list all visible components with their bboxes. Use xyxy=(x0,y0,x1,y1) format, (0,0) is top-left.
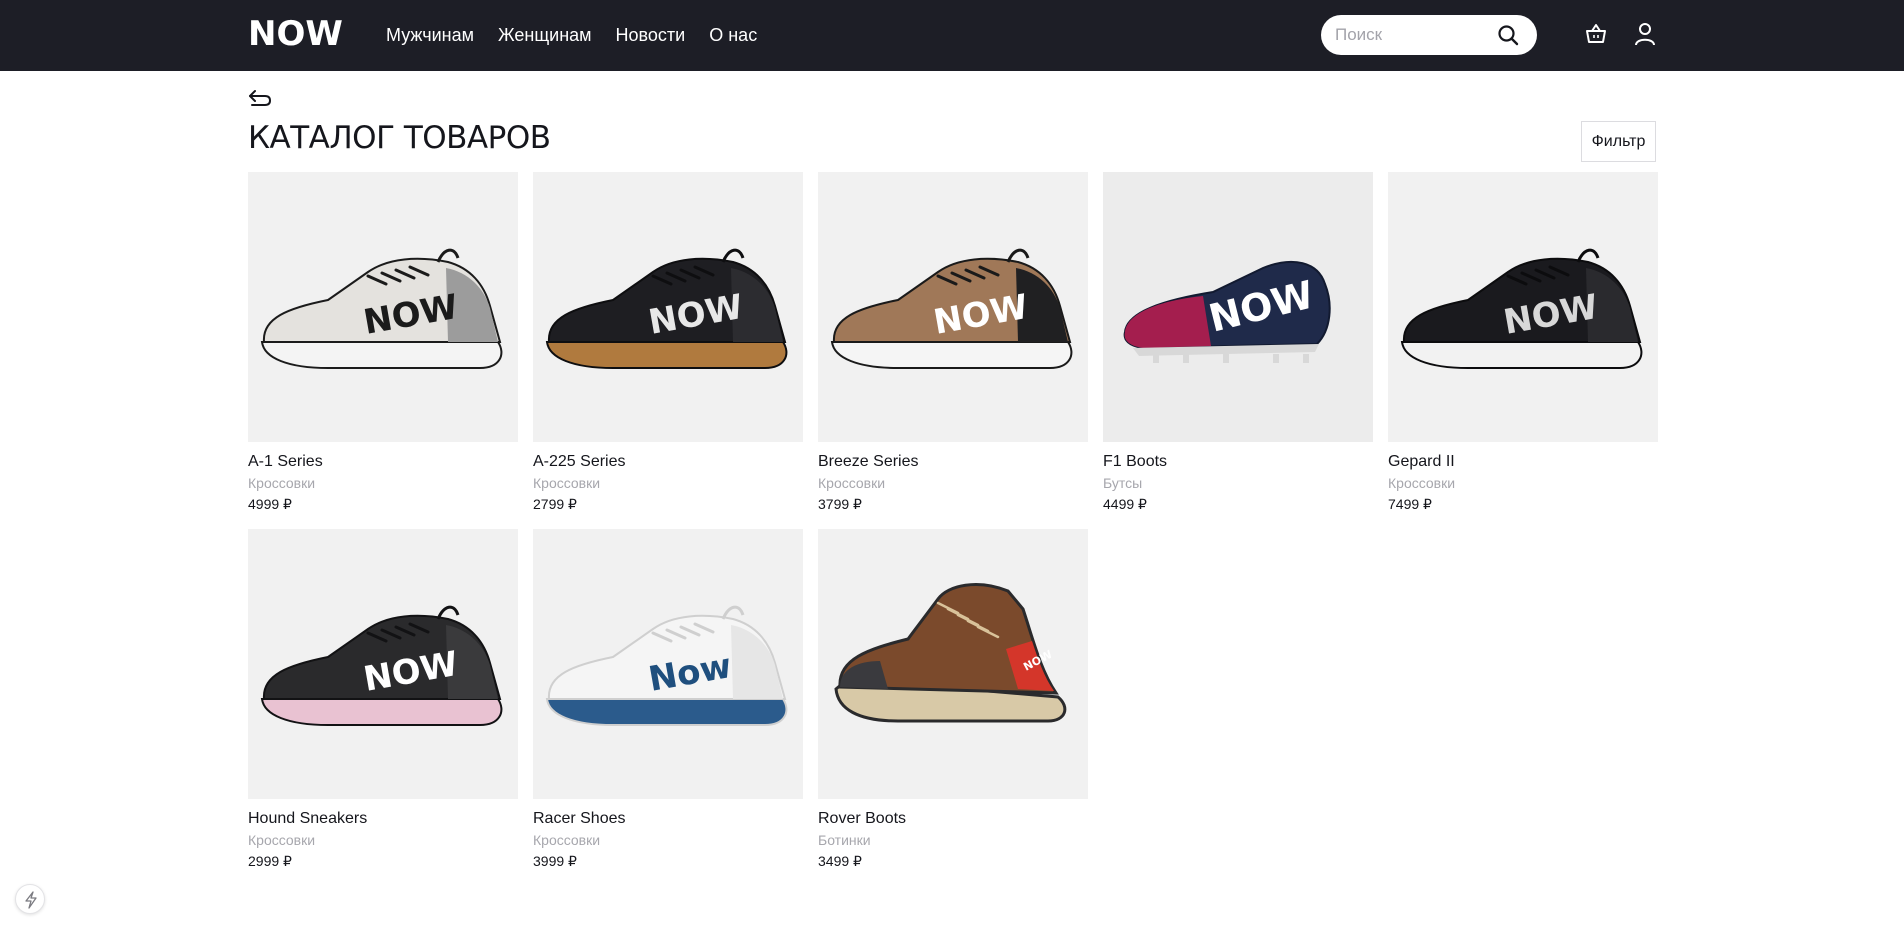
shoe-illustration: Now xyxy=(545,605,788,726)
shoe-illustration: NOW xyxy=(545,248,788,369)
nav-link-about[interactable]: О нас xyxy=(709,22,757,48)
search-input[interactable] xyxy=(1335,15,1495,55)
product-image[interactable]: NOW xyxy=(1103,172,1373,442)
product-price: 2999 ₽ xyxy=(248,853,292,869)
nav-link-news[interactable]: Новости xyxy=(616,22,686,48)
product-card-hound-sneakers[interactable]: NOW Hound Sneakers Кроссовки 2999 ₽ xyxy=(248,529,518,886)
shoe-sole xyxy=(545,698,788,726)
product-image[interactable]: NOW xyxy=(248,529,518,799)
search-box xyxy=(1321,15,1537,55)
shoe-illustration: NOW xyxy=(260,248,503,369)
product-price: 3499 ₽ xyxy=(818,853,862,869)
product-card-breeze-series[interactable]: NOW Breeze Series Кроссовки 3799 ₽ xyxy=(818,172,1088,529)
product-card-a225-series[interactable]: NOW A-225 Series Кроссовки 2799 ₽ xyxy=(533,172,803,529)
cleat-stud xyxy=(1223,354,1229,363)
product-card-racer-shoes[interactable]: Now Racer Shoes Кроссовки 3999 ₽ xyxy=(533,529,803,886)
product-price: 7499 ₽ xyxy=(1388,496,1432,512)
product-name[interactable]: Racer Shoes xyxy=(533,809,803,829)
cart-icon[interactable] xyxy=(1585,23,1607,45)
cleat-stud xyxy=(1153,354,1159,363)
product-image[interactable]: NOW xyxy=(533,172,803,442)
product-grid: NOW A-1 Series Кроссовки 4999 ₽ NOW A-22… xyxy=(248,172,1658,886)
product-price: 3999 ₽ xyxy=(533,853,577,869)
nav-link-women[interactable]: Женщинам xyxy=(498,22,592,48)
brand-logo[interactable]: NOW xyxy=(248,14,343,54)
dev-tools-badge[interactable] xyxy=(15,884,45,914)
product-card-gepard-ii[interactable]: NOW Gepard II Кроссовки 7499 ₽ xyxy=(1388,172,1658,529)
product-price: 4499 ₽ xyxy=(1103,496,1147,512)
search-icon[interactable] xyxy=(1496,23,1520,47)
product-category: Кроссовки xyxy=(818,475,886,491)
filter-button[interactable]: Фильтр xyxy=(1581,121,1656,162)
product-category: Бутсы xyxy=(1103,475,1143,491)
product-category: Кроссовки xyxy=(533,475,601,491)
product-image[interactable]: NOW xyxy=(248,172,518,442)
lightning-icon xyxy=(25,891,37,909)
product-category: Кроссовки xyxy=(248,832,316,848)
product-card-a1-series[interactable]: NOW A-1 Series Кроссовки 4999 ₽ xyxy=(248,172,518,529)
shoe-illustration: NOW xyxy=(260,605,503,726)
product-price: 3799 ₽ xyxy=(818,496,862,512)
product-category: Кроссовки xyxy=(1388,475,1456,491)
product-name[interactable]: Hound Sneakers xyxy=(248,809,518,829)
product-card-rover-boots[interactable]: NOW Rover Boots Ботинки 3499 ₽ xyxy=(818,529,1088,886)
product-price: 4999 ₽ xyxy=(248,496,292,512)
shoe-illustration: NOW xyxy=(1123,261,1331,363)
product-image[interactable]: NOW xyxy=(1388,172,1658,442)
shoe-illustration: NOW xyxy=(830,248,1073,369)
cleat-stud xyxy=(1273,354,1279,363)
product-name[interactable]: A-225 Series xyxy=(533,452,803,472)
page-title: КАТАЛОГ ТОВАРОВ xyxy=(248,120,551,156)
cleat-stud xyxy=(1183,354,1189,363)
user-icon[interactable] xyxy=(1634,22,1656,46)
product-card-f1-boots[interactable]: NOW F1 Boots Бутсы 4499 ₽ xyxy=(1103,172,1373,529)
product-image[interactable]: Now xyxy=(533,529,803,799)
product-image[interactable]: NOW xyxy=(818,172,1088,442)
shoe-sole xyxy=(830,341,1073,369)
product-name[interactable]: Breeze Series xyxy=(818,452,1088,472)
product-category: Ботинки xyxy=(818,832,871,848)
product-name[interactable]: A-1 Series xyxy=(248,452,518,472)
main-nav: Мужчинам Женщинам Новости О нас xyxy=(386,22,781,48)
product-category: Кроссовки xyxy=(533,832,601,848)
cleat-stud xyxy=(1303,354,1309,363)
top-navigation-bar: NOW Мужчинам Женщинам Новости О нас xyxy=(0,0,1904,71)
product-name[interactable]: F1 Boots xyxy=(1103,452,1373,472)
back-arrow-icon[interactable] xyxy=(248,88,272,108)
shoe-illustration: NOW xyxy=(834,583,1067,723)
nav-link-men[interactable]: Мужчинам xyxy=(386,22,474,48)
product-category: Кроссовки xyxy=(248,475,316,491)
shoe-accent xyxy=(1124,296,1211,348)
product-price: 2799 ₽ xyxy=(533,496,577,512)
product-image[interactable]: NOW xyxy=(818,529,1088,799)
shoe-illustration: NOW xyxy=(1400,248,1643,369)
shoe-sole xyxy=(260,698,503,726)
shoe-sole xyxy=(260,341,503,369)
product-name[interactable]: Gepard II xyxy=(1388,452,1658,472)
shoe-sole xyxy=(1400,341,1643,369)
shoe-sole xyxy=(545,341,788,369)
product-name[interactable]: Rover Boots xyxy=(818,809,1088,829)
